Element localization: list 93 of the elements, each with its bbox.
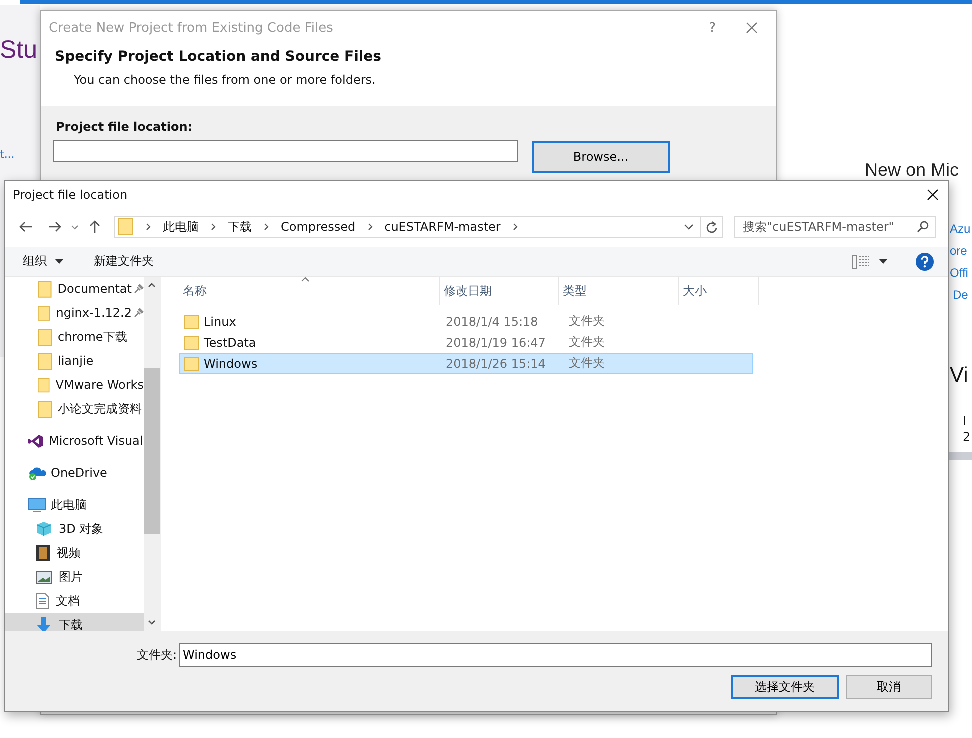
folder-icon bbox=[184, 356, 199, 370]
section-heading: Vi bbox=[950, 364, 968, 388]
pin-icon[interactable] bbox=[134, 308, 144, 318]
cloud-icon bbox=[28, 466, 46, 480]
folder-icon bbox=[38, 400, 52, 418]
chevron-icon bbox=[146, 223, 151, 231]
folder-icon bbox=[118, 218, 134, 236]
nav-item[interactable]: 小论文完成资料 bbox=[5, 397, 144, 421]
address-bar[interactable]: 此电脑 下载 Compressed cuESTARFM-master bbox=[114, 216, 701, 238]
nav-item[interactable]: 文档 bbox=[5, 589, 144, 613]
folder-icon bbox=[184, 314, 199, 328]
page-title: Stu bbox=[0, 36, 38, 65]
column-header[interactable]: 修改日期 bbox=[440, 277, 559, 305]
folder-icon bbox=[38, 304, 50, 322]
column-header[interactable]: 名称 bbox=[179, 277, 440, 305]
close-icon[interactable] bbox=[927, 189, 939, 201]
sort-caret-icon bbox=[301, 277, 310, 282]
folder-icon bbox=[184, 336, 199, 350]
news-link[interactable]: ore bbox=[950, 242, 971, 260]
scrollbar[interactable] bbox=[144, 277, 160, 631]
folder-name-field[interactable]: Windows bbox=[179, 643, 932, 667]
panel-strip bbox=[949, 452, 972, 460]
chevron-icon bbox=[368, 223, 373, 231]
breadcrumb[interactable]: 下载 bbox=[228, 218, 252, 236]
refresh-button[interactable] bbox=[701, 216, 723, 238]
scroll-down-icon[interactable] bbox=[148, 620, 156, 625]
select-folder-button[interactable]: 选择文件夹 bbox=[731, 675, 839, 699]
nav-item[interactable]: 视频 bbox=[5, 541, 144, 565]
film-icon bbox=[36, 545, 50, 561]
field-label: 文件夹: bbox=[136, 646, 177, 664]
news-link[interactable]: De bbox=[950, 286, 971, 304]
forward-arrow-icon[interactable] bbox=[48, 221, 62, 233]
chevron-icon bbox=[264, 223, 269, 231]
picture-icon bbox=[36, 570, 52, 584]
new-folder-button[interactable]: 新建文件夹 bbox=[94, 253, 154, 270]
video-item-text: I bbox=[963, 413, 968, 429]
column-header[interactable]: 大小 bbox=[679, 277, 759, 305]
nav-item[interactable]: 此电脑 bbox=[5, 493, 144, 517]
pin-icon[interactable] bbox=[134, 284, 144, 294]
download-arrow-icon bbox=[36, 617, 52, 631]
breadcrumb[interactable]: Compressed bbox=[281, 220, 356, 234]
chevron-icon bbox=[211, 223, 216, 231]
file-row[interactable]: TestData 2018/1/19 16:47 文件夹 bbox=[179, 332, 753, 353]
breadcrumb[interactable]: cuESTARFM-master bbox=[384, 220, 501, 234]
refresh-icon bbox=[706, 220, 718, 234]
caret-icon[interactable] bbox=[879, 259, 888, 264]
nav-item[interactable]: OneDrive bbox=[5, 461, 144, 485]
search-field[interactable]: 搜索"cuESTARFM-master" bbox=[734, 216, 936, 238]
caret-icon bbox=[55, 259, 64, 264]
nav-item[interactable]: 图片 bbox=[5, 565, 144, 589]
dropdown-icon[interactable] bbox=[684, 224, 694, 230]
column-header[interactable]: 类型 bbox=[559, 277, 679, 305]
nav-item[interactable]: lianjie bbox=[5, 349, 144, 373]
nav-item[interactable]: VMware Works bbox=[5, 373, 144, 397]
document-icon bbox=[36, 593, 49, 609]
search-icon bbox=[917, 221, 929, 233]
file-row[interactable]: Linux 2018/1/4 15:18 文件夹 bbox=[179, 311, 753, 332]
help-button[interactable]: ? bbox=[709, 20, 716, 36]
help-icon[interactable] bbox=[916, 252, 934, 270]
nav-item[interactable]: 3D 对象 bbox=[5, 517, 144, 541]
cube-icon bbox=[36, 521, 52, 537]
nav-item[interactable]: Microsoft Visual bbox=[5, 429, 144, 453]
folder-icon bbox=[38, 328, 52, 346]
cancel-button[interactable]: 取消 bbox=[846, 675, 932, 699]
location-field[interactable] bbox=[53, 140, 518, 162]
breadcrumb[interactable]: 此电脑 bbox=[163, 218, 199, 236]
folder-icon bbox=[38, 280, 52, 298]
window-title: Create New Project from Existing Code Files bbox=[49, 20, 334, 36]
chevron-icon bbox=[512, 223, 518, 231]
browse-button[interactable]: Browse... bbox=[532, 141, 670, 173]
nav-item[interactable]: Documentat bbox=[5, 277, 144, 301]
nav-item[interactable]: chrome下载 bbox=[5, 325, 144, 349]
up-arrow-icon[interactable] bbox=[89, 220, 101, 234]
folder-icon bbox=[38, 376, 50, 394]
page-subheading: You can choose the files from one or more folders. bbox=[74, 73, 377, 87]
monitor-icon bbox=[28, 498, 46, 512]
view-options-icon[interactable] bbox=[852, 254, 870, 268]
nav-item[interactable]: 下载 bbox=[5, 613, 144, 631]
visual-studio-icon bbox=[28, 434, 44, 448]
nav-item[interactable]: nginx-1.12.2 bbox=[5, 301, 144, 325]
section-heading: New on Mic bbox=[865, 160, 960, 181]
organize-menu[interactable]: 组织 bbox=[23, 253, 64, 270]
back-arrow-icon[interactable] bbox=[19, 221, 33, 233]
link[interactable]: t... bbox=[0, 148, 15, 161]
news-link[interactable]: Azu bbox=[950, 220, 971, 238]
file-row[interactable]: Windows 2018/1/26 15:14 文件夹 bbox=[179, 353, 753, 374]
folder-icon bbox=[38, 352, 52, 370]
page-heading: Specify Project Location and Source Files bbox=[55, 49, 383, 65]
window-title: Project file location bbox=[13, 188, 128, 202]
video-item-text: 2 bbox=[963, 429, 971, 445]
scroll-up-icon[interactable] bbox=[148, 283, 156, 288]
field-label: Project file location: bbox=[56, 120, 194, 134]
news-link[interactable]: Offi bbox=[950, 264, 971, 282]
